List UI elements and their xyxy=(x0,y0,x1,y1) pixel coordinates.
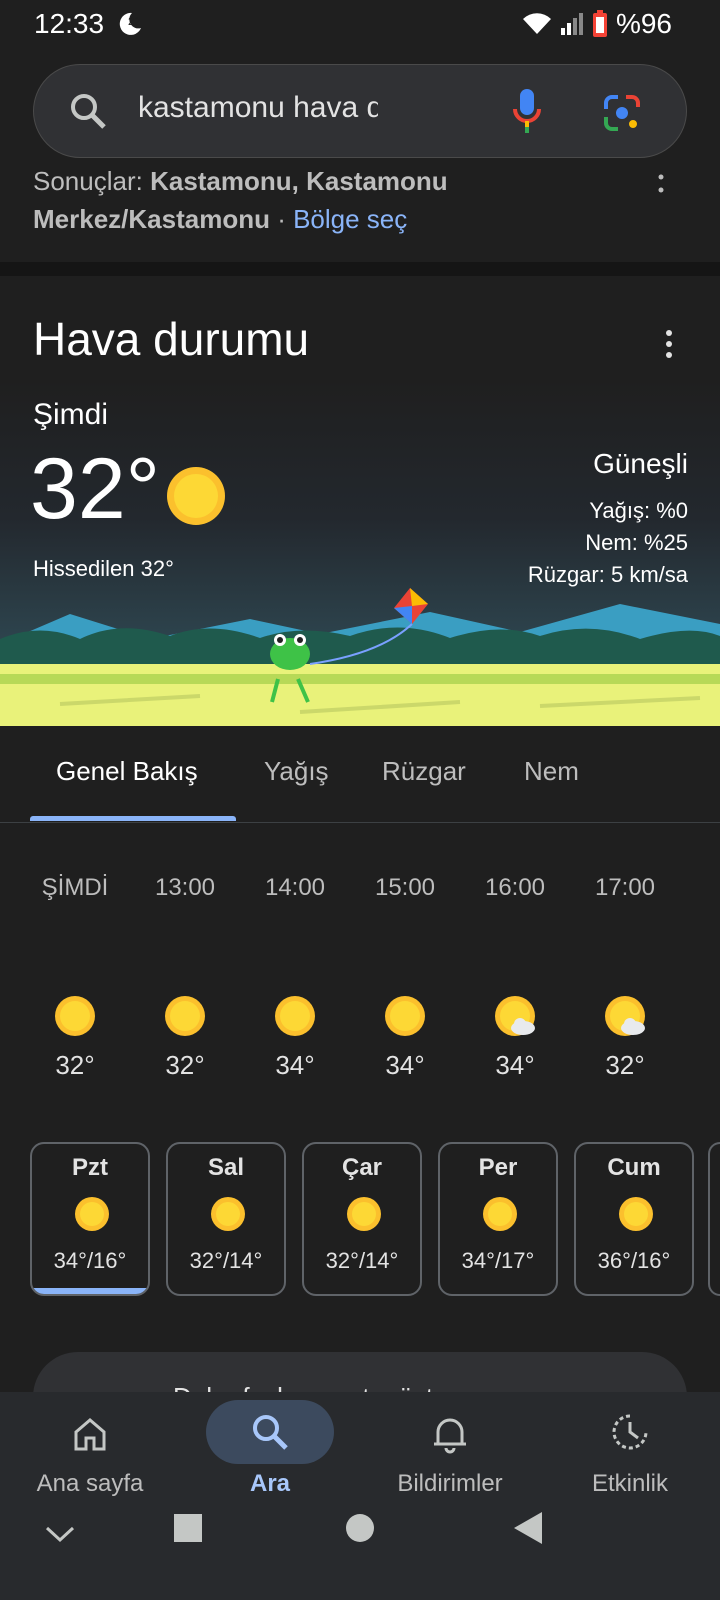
weather-title: Hava durumu xyxy=(33,313,310,365)
search-icon xyxy=(253,1415,288,1450)
hourly-temp: 34° xyxy=(495,1050,535,1080)
hourly-time: 17:00 xyxy=(594,874,656,901)
results-line: Sonuçlar: Kastamonu, Kastamonu xyxy=(33,166,448,196)
hourly-temp: 32° xyxy=(55,1050,95,1080)
svg-text:22: 22 xyxy=(128,16,140,28)
section-divider xyxy=(0,262,720,276)
day-temps: 32°/14° xyxy=(189,1248,263,1273)
daily-card[interactable]: Pzt 34°/16° xyxy=(30,1142,150,1296)
activity-icon xyxy=(612,1414,648,1450)
recents-button[interactable] xyxy=(172,1512,204,1544)
sun-icon xyxy=(167,467,225,525)
day-name: Per xyxy=(478,1154,518,1181)
hourly-temp: 32° xyxy=(605,1050,645,1080)
day-temps: 34°/16° xyxy=(53,1248,127,1273)
wind: Rüzgar: 5 km/sa xyxy=(527,562,688,587)
sun-icon xyxy=(75,1197,109,1231)
day-name: Sal xyxy=(207,1154,245,1181)
landscape-illustration xyxy=(0,588,720,726)
search-bar[interactable]: kastamonu hava duru... xyxy=(33,64,687,158)
search-icon xyxy=(71,94,106,129)
hourly-temp: 32° xyxy=(165,1050,205,1080)
nav-home[interactable]: Ana sayfa xyxy=(0,1392,180,1512)
selected-day-indicator xyxy=(32,1288,148,1294)
battery-percent: %96 xyxy=(615,8,672,39)
weather-menu-icon[interactable] xyxy=(664,330,674,358)
bottom-navigation: Ana sayfa Ara Bildirimler Etkinlik xyxy=(0,1392,720,1600)
tab-wind[interactable]: Rüzgar xyxy=(382,756,466,787)
status-right: %96 xyxy=(522,8,672,40)
condition: Güneşli xyxy=(593,448,688,479)
hourly-time: 16:00 xyxy=(484,874,546,901)
google-lens-icon[interactable] xyxy=(602,93,642,133)
clock: 12:33 xyxy=(34,8,105,39)
weather-tabs: Genel Bakış Yağış Rüzgar Nem xyxy=(0,726,720,823)
sun-icon xyxy=(483,1197,517,1231)
nav-activity[interactable]: Etkinlik xyxy=(540,1392,720,1512)
results-line-2: Merkez/Kastamonu · Bölge seç xyxy=(33,204,408,234)
sun-icon xyxy=(165,996,205,1036)
day-temps: 32°/14° xyxy=(325,1248,399,1273)
hourly-time: ŞİMDİ xyxy=(41,874,109,901)
now-label: Şimdi xyxy=(33,398,109,431)
active-tab-indicator xyxy=(30,816,236,821)
back-button[interactable] xyxy=(512,1510,544,1546)
sun-icon xyxy=(275,996,315,1036)
battery-icon xyxy=(592,10,607,37)
sun-icon xyxy=(619,1197,653,1231)
tab-humidity[interactable]: Nem xyxy=(524,756,579,787)
signal-icon xyxy=(560,13,583,35)
daily-card-partial[interactable] xyxy=(708,1142,720,1296)
hourly-time: 13:00 xyxy=(154,874,216,901)
sun-icon xyxy=(385,996,425,1036)
current-temp: 32° xyxy=(30,441,161,537)
feels-like: Hissedilen 32° xyxy=(33,556,174,581)
partly-cloudy-icon xyxy=(605,996,645,1036)
chevron-down-icon[interactable] xyxy=(44,1524,76,1544)
do-not-disturb-icon: 22 xyxy=(119,12,141,35)
humidity: Nem: %25 xyxy=(585,530,688,555)
tab-precipitation[interactable]: Yağış xyxy=(264,756,329,787)
sun-icon xyxy=(55,996,95,1036)
hourly-temp: 34° xyxy=(385,1050,425,1080)
wifi-icon xyxy=(522,13,551,35)
nav-notifications[interactable]: Bildirimler xyxy=(360,1392,540,1512)
sun-icon xyxy=(347,1197,381,1231)
daily-card[interactable]: Sal 32°/14° xyxy=(166,1142,286,1296)
daily-card[interactable]: Çar 32°/14° xyxy=(302,1142,422,1296)
tab-overview[interactable]: Genel Bakış xyxy=(56,756,198,787)
hourly-time: 14:00 xyxy=(264,874,326,901)
day-name: Çar xyxy=(341,1154,383,1181)
home-button[interactable] xyxy=(344,1512,376,1544)
day-temps: 34°/17° xyxy=(461,1248,535,1273)
nav-search[interactable]: Ara xyxy=(180,1392,360,1512)
partly-cloudy-icon xyxy=(495,996,535,1036)
day-temps: 36°/16° xyxy=(597,1248,671,1273)
precipitation: Yağış: %0 xyxy=(589,498,688,523)
bell-icon xyxy=(434,1418,466,1454)
more-vert-icon[interactable] xyxy=(656,174,666,194)
sun-icon xyxy=(211,1197,245,1231)
search-query[interactable]: kastamonu hava duru... xyxy=(138,91,378,125)
daily-card[interactable]: Per 34°/17° xyxy=(438,1142,558,1296)
daily-card[interactable]: Cum 36°/16° xyxy=(574,1142,694,1296)
choose-region-link[interactable]: Bölge seç xyxy=(293,204,407,234)
hourly-temp: 34° xyxy=(275,1050,315,1080)
microphone-icon[interactable] xyxy=(512,87,542,135)
status-bar: 12:33 22 %96 xyxy=(0,0,720,50)
home-icon xyxy=(74,1418,106,1451)
day-name: Cum xyxy=(607,1154,661,1181)
hourly-time: 15:00 xyxy=(374,874,436,901)
day-name: Pzt xyxy=(72,1154,108,1181)
